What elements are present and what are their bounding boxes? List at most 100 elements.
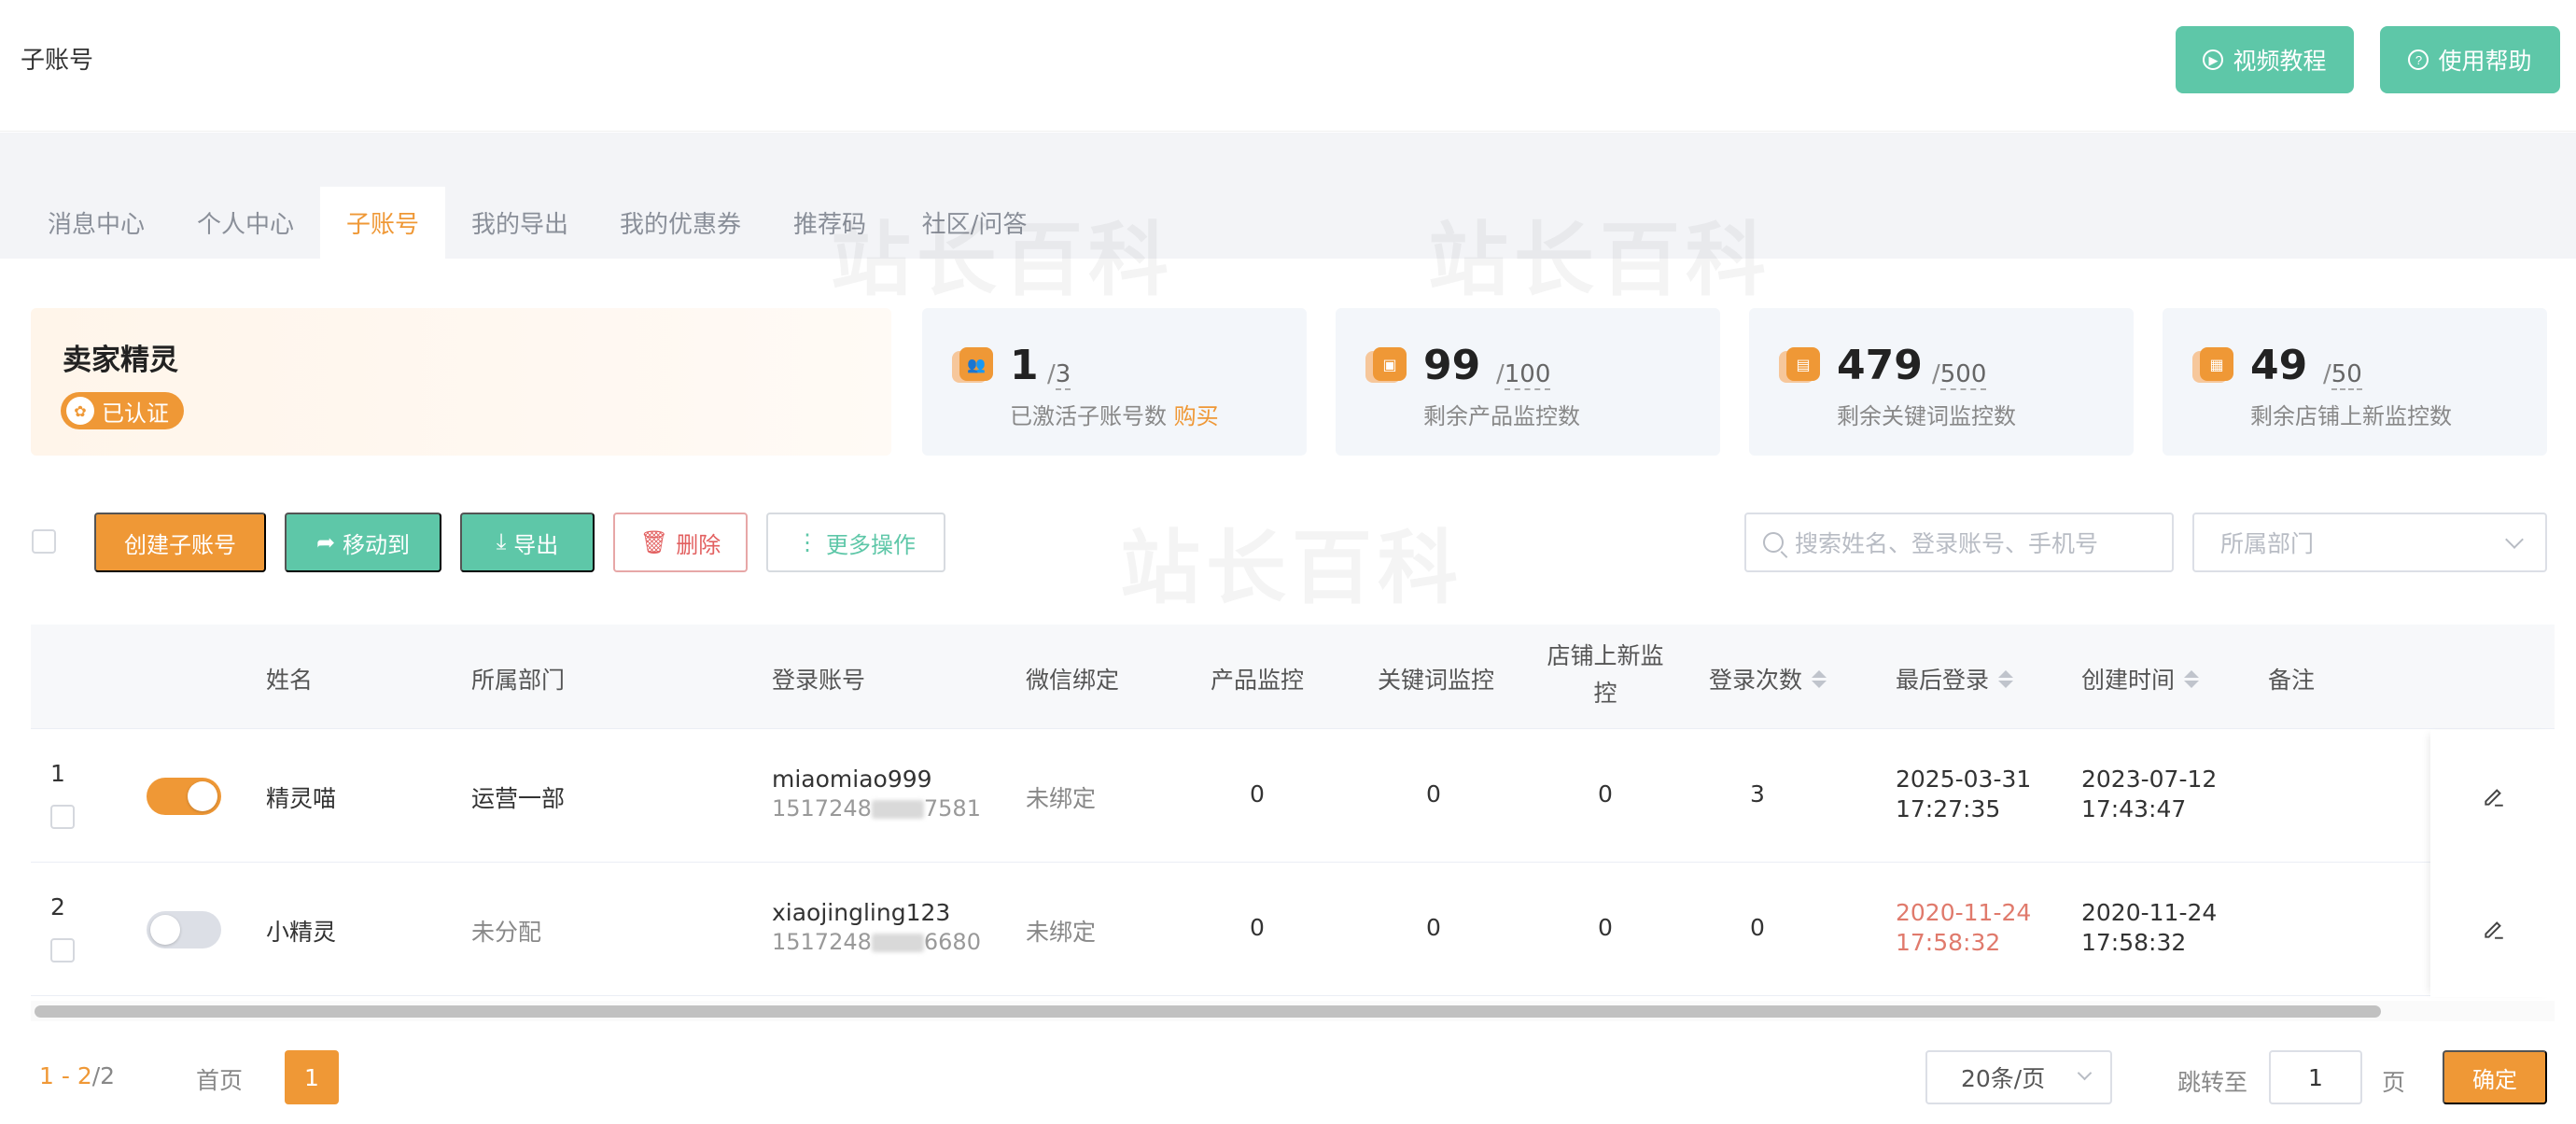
- tab-exports[interactable]: 我的导出: [457, 187, 582, 259]
- edit-icon[interactable]: [2482, 784, 2506, 808]
- col-account: 登录账号: [772, 667, 866, 694]
- product-icon: ▣: [1365, 345, 1407, 385]
- page-range: 1 - 2/2: [39, 1062, 116, 1089]
- stat-value: 99: [1423, 342, 1481, 389]
- search-input[interactable]: 搜索姓名、登录账号、手机号: [1744, 513, 2174, 572]
- share-arrow-icon: ➦: [315, 529, 336, 555]
- verified-icon: ✿: [66, 397, 94, 425]
- phone-number: 1517248 7581: [772, 795, 981, 822]
- last-login-time: 17:27:35: [1896, 795, 2001, 822]
- create-subaccount-button[interactable]: 创建子账号: [94, 513, 266, 572]
- video-tutorial-button[interactable]: ▶ 视频教程: [2176, 26, 2354, 93]
- watermark: 站长百科: [1120, 502, 1463, 619]
- select-all-checkbox[interactable]: [32, 529, 56, 554]
- more-vertical-icon: ⋮: [796, 529, 819, 555]
- enable-toggle[interactable]: [147, 778, 221, 815]
- col-remark: 备注: [2268, 667, 2316, 694]
- created-time: 17:58:32: [2081, 929, 2187, 956]
- keyword-monitor: 0: [1426, 780, 1441, 808]
- account-card: 卖家精灵 ✿ 已认证: [31, 308, 891, 456]
- created-date: 2023-07-12: [2081, 766, 2218, 793]
- tab-messages[interactable]: 消息中心: [31, 187, 161, 259]
- delete-button[interactable]: 🗑 删除: [613, 513, 748, 572]
- tab-coupons[interactable]: 我的优惠券: [606, 187, 755, 259]
- col-created[interactable]: 创建时间: [2081, 662, 2200, 695]
- buy-link[interactable]: 购买: [1174, 403, 1219, 429]
- scrollbar-thumb[interactable]: [35, 1005, 2381, 1018]
- department-select[interactable]: 所属部门: [2192, 513, 2547, 572]
- table-row: 1 精灵喵 运营一部 miaomiao999 1517248 7581 未绑定 0…: [31, 730, 2555, 863]
- tab-referral[interactable]: 推荐码: [782, 187, 877, 259]
- sort-icon[interactable]: [2184, 669, 2200, 688]
- horizontal-scrollbar[interactable]: [31, 1001, 2555, 1021]
- last-login-date: 2020-11-24: [1896, 899, 2032, 926]
- store-icon: ▦: [2192, 345, 2233, 385]
- row-checkbox[interactable]: [50, 938, 75, 962]
- page-button-current[interactable]: 1: [285, 1050, 339, 1104]
- login-count: 0: [1750, 914, 1765, 941]
- department: 运营一部: [471, 785, 566, 812]
- wechat-status: 未绑定: [1026, 919, 1097, 946]
- first-page-link[interactable]: 首页: [196, 1062, 243, 1096]
- phone-number: 1517248 6680: [772, 929, 981, 955]
- sort-icon[interactable]: [1998, 669, 2014, 688]
- tab-community[interactable]: 社区/问答: [909, 187, 1040, 259]
- stat-label: 剩余店铺上新监控数: [2250, 403, 2452, 429]
- stat-value: 49: [2250, 342, 2308, 389]
- stat-card-store: ▦ 49 /50 剩余店铺上新监控数: [2163, 308, 2547, 456]
- masked-digits: [871, 934, 924, 952]
- login-count: 3: [1750, 780, 1765, 808]
- tab-profile[interactable]: 个人中心: [183, 187, 308, 259]
- wechat-status: 未绑定: [1026, 785, 1097, 812]
- col-keyword: 关键词监控: [1378, 667, 1495, 694]
- more-actions-button[interactable]: ⋮ 更多操作: [766, 513, 945, 572]
- trash-icon: 🗑: [639, 529, 669, 555]
- col-name: 姓名: [266, 667, 314, 694]
- stat-label: 剩余产品监控数: [1423, 403, 1580, 429]
- account-name: 卖家精灵: [63, 344, 178, 377]
- store-monitor: 0: [1598, 780, 1613, 808]
- last-login-time: 17:58:32: [1896, 929, 2001, 956]
- top-header: 子账号 ▶ 视频教程 ? 使用帮助: [0, 0, 2576, 132]
- product-monitor: 0: [1250, 780, 1265, 808]
- chevron-down-icon: [2077, 1065, 2093, 1081]
- stat-value: 1: [1010, 342, 1039, 389]
- users-icon: 👥: [952, 345, 993, 385]
- created-date: 2020-11-24: [2081, 899, 2218, 926]
- enable-toggle[interactable]: [147, 911, 221, 948]
- move-to-button[interactable]: ➦ 移动到: [285, 513, 441, 572]
- col-last-login[interactable]: 最后登录: [1896, 662, 2014, 695]
- login-account: miaomiao999: [772, 766, 932, 793]
- verified-badge: ✿ 已认证: [61, 392, 184, 429]
- confirm-jump-button[interactable]: 确定: [2443, 1050, 2547, 1104]
- help-button[interactable]: ? 使用帮助: [2380, 26, 2560, 93]
- row-checkbox[interactable]: [50, 805, 75, 829]
- login-account: xiaojingling123: [772, 899, 951, 926]
- stat-card-keyword: ▤ 479 /500 剩余关键词监控数: [1749, 308, 2134, 456]
- help-icon: ?: [2408, 49, 2429, 70]
- col-dept: 所属部门: [471, 667, 566, 694]
- table-row: 2 小精灵 未分配 xiaojingling123 1517248 6680 未绑…: [31, 864, 2555, 996]
- last-login-date: 2025-03-31: [1896, 766, 2032, 793]
- export-button[interactable]: ⤓ 导出: [460, 513, 595, 572]
- edit-icon[interactable]: [2482, 917, 2506, 941]
- page-title: 子账号: [21, 47, 94, 75]
- search-icon: [1763, 532, 1784, 553]
- jump-label: 跳转至: [2177, 1069, 2248, 1096]
- tab-subaccounts[interactable]: 子账号: [320, 187, 445, 259]
- jump-page-input[interactable]: 1: [2269, 1050, 2362, 1104]
- store-monitor: 0: [1598, 914, 1613, 941]
- masked-digits: [871, 800, 924, 819]
- page-size-select[interactable]: 20条/页: [1925, 1050, 2112, 1104]
- col-wechat: 微信绑定: [1026, 667, 1120, 694]
- col-logins[interactable]: 登录次数: [1709, 662, 1827, 695]
- sort-icon[interactable]: [1812, 669, 1827, 688]
- page-unit-label: 页: [2382, 1069, 2406, 1096]
- download-icon: ⤓: [496, 529, 507, 555]
- stat-total: /500: [1932, 360, 1987, 390]
- user-name: 小精灵: [266, 919, 337, 946]
- user-name: 精灵喵: [266, 785, 337, 812]
- row-index: 2: [50, 893, 65, 920]
- stat-label: 剩余关键词监控数: [1837, 403, 2016, 429]
- product-monitor: 0: [1250, 914, 1265, 941]
